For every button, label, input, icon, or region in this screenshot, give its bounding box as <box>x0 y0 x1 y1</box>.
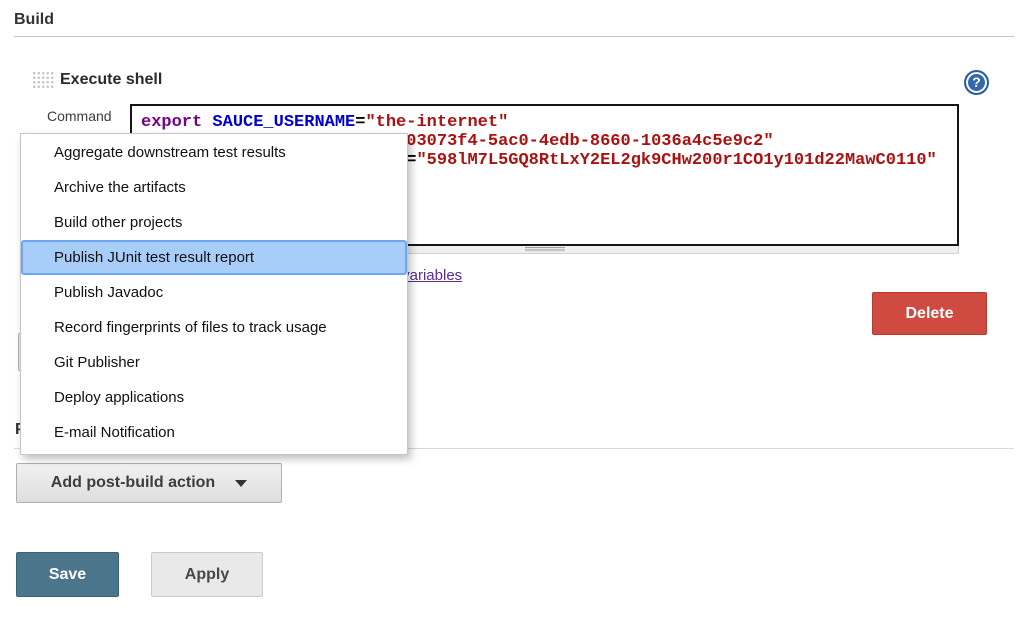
add-post-build-action-button[interactable]: Add post-build action <box>16 463 282 503</box>
build-section-heading: Build <box>14 11 54 29</box>
menu-item-aggregate-downstream-test-results[interactable]: Aggregate downstream test results <box>21 135 407 170</box>
post-build-action-menu: Aggregate downstream test results Archiv… <box>20 133 408 455</box>
menu-item-publish-junit-test-result-report[interactable]: Publish JUnit test result report <box>21 240 407 275</box>
code-keyword: export <box>141 113 212 132</box>
jenkins-build-config-page: Build Execute shell ? Command export SAU… <box>0 0 1024 623</box>
add-post-build-action-label: Add post-build action <box>51 474 215 492</box>
menu-item-email-notification[interactable]: E-mail Notification <box>21 415 407 450</box>
command-label: Command <box>47 108 112 124</box>
save-button[interactable]: Save <box>16 552 119 597</box>
menu-item-publish-javadoc[interactable]: Publish Javadoc <box>21 275 407 310</box>
menu-item-record-fingerprints[interactable]: Record fingerprints of files to track us… <box>21 310 407 345</box>
delete-button[interactable]: Delete <box>872 292 987 335</box>
menu-item-deploy-applications[interactable]: Deploy applications <box>21 380 407 415</box>
chevron-down-icon <box>235 480 247 487</box>
code-line: export SAUCE_USERNAME="the-internet" <box>141 113 957 132</box>
menu-item-build-other-projects[interactable]: Build other projects <box>21 205 407 240</box>
code-string: "the-internet" <box>365 113 508 132</box>
apply-button[interactable]: Apply <box>151 552 263 597</box>
code-string: "598lM7L5GQ8RtLxY2EL2gk9CHw200r1CO1y101d… <box>416 151 936 170</box>
code-operator: = <box>355 113 365 132</box>
drag-handle-icon[interactable] <box>32 71 54 90</box>
code-string: "903073f4-5ac0-4edb-8660-1036a4c5e9c2" <box>386 132 774 151</box>
menu-item-archive-the-artifacts[interactable]: Archive the artifacts <box>21 170 407 205</box>
help-icon[interactable]: ? <box>964 70 989 95</box>
build-step-title: Execute shell <box>60 71 162 89</box>
resize-grip-icon <box>525 247 565 252</box>
code-variable: SAUCE_USERNAME <box>212 113 355 132</box>
menu-item-git-publisher[interactable]: Git Publisher <box>21 345 407 380</box>
build-section-divider <box>14 36 1014 37</box>
